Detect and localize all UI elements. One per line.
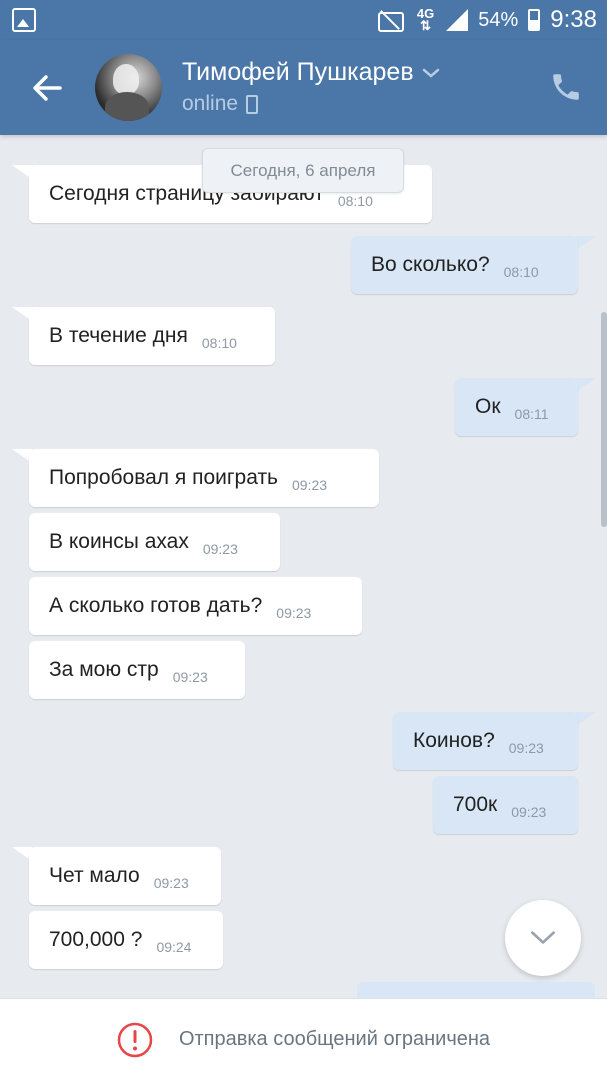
back-button[interactable] bbox=[24, 66, 72, 110]
status-bar: 4G ⇅ 54% 9:38 bbox=[0, 0, 607, 40]
message-time: 08:10 bbox=[337, 193, 373, 209]
message-time: 09:23 bbox=[508, 740, 544, 756]
phone-icon bbox=[553, 74, 579, 100]
message-time: 09:23 bbox=[172, 669, 208, 685]
message-text: Чет мало bbox=[49, 864, 140, 887]
message-outgoing[interactable]: Коинов? 09:23 bbox=[393, 712, 578, 770]
bubble-tail bbox=[576, 712, 596, 726]
message-text: За мою стр bbox=[49, 658, 159, 681]
message-outgoing[interactable]: 700к 09:23 bbox=[433, 776, 578, 834]
call-button[interactable] bbox=[549, 70, 583, 104]
message-time: 08:10 bbox=[503, 264, 539, 280]
avatar[interactable] bbox=[95, 54, 162, 121]
message-incoming[interactable]: 700,000 ? 09:24 bbox=[29, 911, 223, 969]
chevron-down-icon bbox=[530, 931, 555, 944]
chat-header: Тимофей Пушкарев online bbox=[0, 40, 607, 135]
message-outgoing[interactable]: Во сколько? 08:10 bbox=[351, 236, 578, 294]
message-text: Коинов? bbox=[413, 729, 495, 752]
error-icon bbox=[117, 1022, 153, 1057]
mobile-icon bbox=[246, 94, 259, 114]
mute-icon bbox=[375, 9, 407, 32]
message-incoming[interactable]: За мою стр 09:23 bbox=[29, 641, 245, 699]
message-time: 09:23 bbox=[511, 804, 547, 820]
battery-percent: 54% bbox=[478, 8, 519, 31]
message-text: В коинсы ахах bbox=[49, 530, 189, 553]
online-status: online bbox=[182, 92, 239, 115]
message-incoming[interactable]: Чет мало 09:23 bbox=[29, 847, 221, 905]
battery-icon bbox=[528, 9, 541, 31]
contact-status: online bbox=[182, 92, 259, 116]
network-type: 4G ⇅ bbox=[416, 6, 435, 33]
clock: 9:38 bbox=[550, 6, 597, 33]
contact-name[interactable]: Тимофей Пушкарев bbox=[182, 58, 440, 87]
message-text: 700к bbox=[453, 793, 498, 816]
chevron-down-icon bbox=[422, 68, 439, 78]
message-text: Попробовал я поиграть bbox=[49, 466, 279, 489]
message-text: Ок bbox=[475, 395, 501, 418]
message-incoming[interactable]: В течение дня 08:10 bbox=[29, 307, 275, 365]
arrow-left-icon bbox=[33, 75, 62, 101]
input-bar-restricted: Отправка сообщений ограничена bbox=[0, 998, 607, 1080]
message-time: 09:23 bbox=[153, 875, 189, 891]
signal-icon bbox=[444, 9, 469, 31]
message-outgoing[interactable]: Ок 08:11 bbox=[455, 378, 578, 436]
bubble-tail bbox=[576, 236, 596, 250]
message-incoming[interactable]: А сколько готов дать? 09:23 bbox=[29, 577, 362, 635]
status-bar-indicators: 4G ⇅ 54% 9:38 bbox=[375, 4, 597, 36]
scroll-down-button[interactable] bbox=[505, 900, 581, 976]
message-time: 09:24 bbox=[156, 939, 192, 955]
date-separator: Сегодня, 6 апреля bbox=[202, 148, 404, 193]
contact-name-text: Тимофей Пушкарев bbox=[182, 58, 414, 86]
message-time: 09:23 bbox=[202, 541, 238, 557]
message-text: Во сколько? bbox=[371, 253, 490, 276]
message-incoming[interactable]: В коинсы ахах 09:23 bbox=[29, 513, 280, 571]
message-time: 09:23 bbox=[292, 477, 328, 493]
message-incoming[interactable]: Попробовал я поиграть 09:23 bbox=[29, 449, 379, 507]
gallery-notification-icon bbox=[12, 8, 36, 32]
message-text: В течение дня bbox=[49, 324, 188, 347]
message-text: А сколько готов дать? bbox=[49, 594, 263, 617]
message-time: 08:10 bbox=[201, 335, 237, 351]
message-time: 09:23 bbox=[276, 605, 312, 621]
scrollbar[interactable] bbox=[601, 312, 607, 527]
message-time: 08:11 bbox=[514, 406, 549, 422]
message-text: 700,000 ? bbox=[49, 928, 143, 951]
bubble-tail bbox=[576, 378, 596, 392]
restriction-notice: Отправка сообщений ограничена bbox=[178, 1028, 491, 1050]
